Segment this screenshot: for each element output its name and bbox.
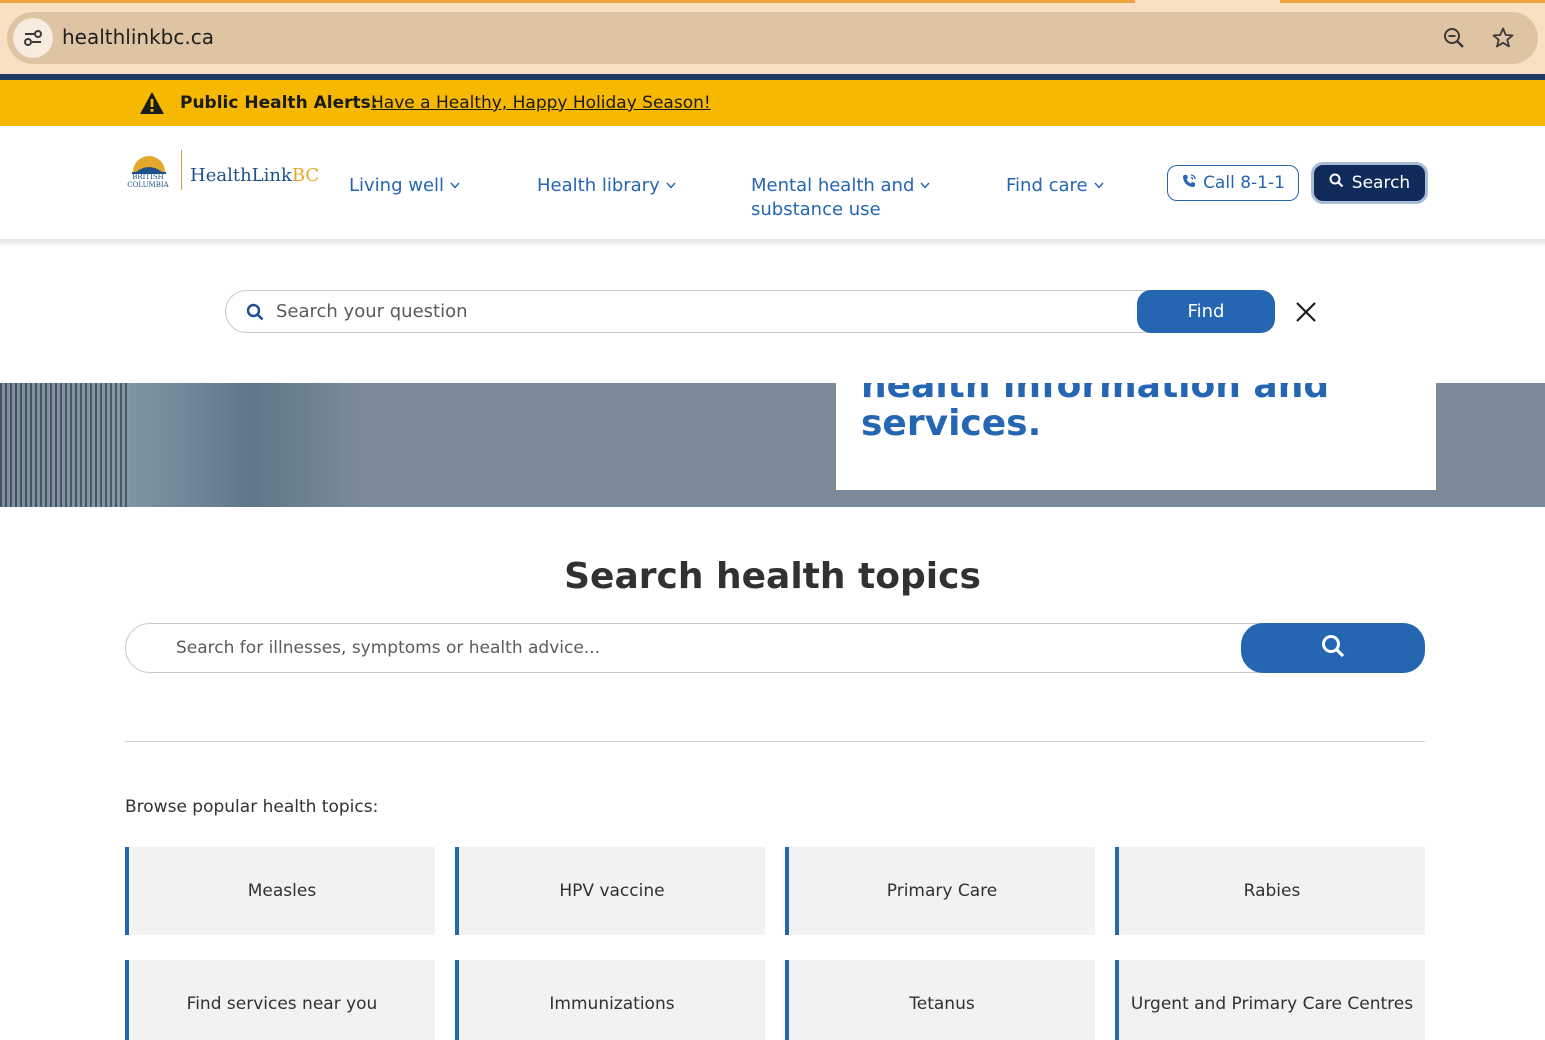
find-button-label: Find (1187, 301, 1225, 322)
alert-link[interactable]: Have a Healthy, Happy Holiday Season! (371, 93, 711, 113)
header-search-button[interactable]: Search (1311, 162, 1428, 204)
alert-label: Public Health Alerts: (180, 93, 378, 113)
search-icon (1320, 633, 1346, 663)
hero-card: health information and services. (836, 383, 1436, 490)
logo-wordmark: HealthLinkBC (190, 165, 319, 186)
topic-tile-label: Measles (247, 881, 317, 901)
hero-banner: health information and services. (0, 383, 1545, 507)
chevron-down-icon (666, 172, 676, 196)
browse-topics-label: Browse popular health topics: (125, 797, 379, 817)
overlay-search-input[interactable]: Search your question (225, 290, 1275, 333)
nav-mental-health-label: Mental health and (751, 175, 915, 196)
nav-health-library[interactable]: Health library (537, 172, 676, 198)
overlay-search-placeholder: Search your question (276, 301, 468, 322)
nav-find-care-label: Find care (1006, 175, 1088, 196)
topic-tile-label: HPV vaccine (559, 881, 665, 901)
topic-tile[interactable]: Measles (125, 847, 435, 935)
hero-photo-person (0, 383, 130, 507)
divider (125, 741, 1425, 742)
healthlinkbc-logo[interactable]: BRITISH COLUMBIA HealthLinkBC (124, 146, 319, 194)
zoom-icon[interactable] (1440, 24, 1468, 52)
hero-photo (0, 383, 360, 507)
topic-tile-label: Immunizations (549, 994, 675, 1014)
gov-wordmark: BRITISH COLUMBIA (124, 173, 172, 189)
call-811-label: Call 8-1-1 (1203, 173, 1285, 193)
hero-heading: services. (861, 403, 1042, 444)
header-shadow (0, 239, 1545, 247)
gov-wordmark-line2: COLUMBIA (127, 181, 169, 189)
topic-tile[interactable]: Find services near you (125, 960, 435, 1040)
call-811-button[interactable]: Call 8-1-1 (1167, 165, 1299, 201)
url-text[interactable]: healthlinkbc.ca (62, 25, 214, 49)
phone-icon (1181, 173, 1197, 194)
topic-tile[interactable]: Rabies (1115, 847, 1425, 935)
topic-tile-label: Primary Care (886, 881, 998, 901)
topic-tile[interactable]: Urgent and Primary Care Centres (1115, 960, 1425, 1040)
topics-search-button[interactable] (1241, 623, 1425, 673)
warning-icon (139, 91, 165, 119)
site-header: BRITISH COLUMBIA HealthLinkBC Living wel… (0, 126, 1545, 242)
bookmark-star-icon[interactable] (1489, 24, 1517, 52)
search-overlay-panel: Search your question Find (0, 247, 1545, 383)
chevron-down-icon (1094, 172, 1104, 196)
header-search-label: Search (1351, 173, 1411, 193)
nav-living-well[interactable]: Living well (349, 172, 460, 198)
topic-tile-label: Find services near you (186, 994, 378, 1014)
tab-strip-edge (0, 0, 1135, 3)
topics-search-input[interactable]: Search for illnesses, symptoms or health… (125, 623, 1425, 673)
topic-tile[interactable]: HPV vaccine (455, 847, 765, 935)
topic-tile[interactable]: Immunizations (455, 960, 765, 1040)
search-topics-title: Search health topics (564, 556, 981, 597)
nav-health-library-label: Health library (537, 175, 660, 196)
search-icon (246, 303, 264, 325)
gov-wordmark-line1: BRITISH (132, 173, 164, 181)
public-health-alert-bar: Public Health Alerts: Have a Healthy, Ha… (0, 80, 1545, 126)
topic-tile-label: Tetanus (909, 994, 975, 1014)
nav-mental-health-label-line2: substance use (751, 199, 881, 220)
find-button[interactable]: Find (1137, 290, 1275, 333)
topic-tile-label: Rabies (1243, 881, 1301, 901)
bc-sun-icon (132, 156, 166, 174)
logo-name-suffix: BC (291, 165, 320, 186)
chevron-down-icon (450, 172, 460, 196)
topic-tile[interactable]: Primary Care (785, 847, 1095, 935)
browser-toolbar: healthlinkbc.ca (0, 0, 1545, 74)
nav-mental-health[interactable]: Mental health and substance use (751, 172, 930, 222)
logo-divider (181, 150, 182, 190)
topic-tile-label: Urgent and Primary Care Centres (1130, 994, 1414, 1014)
nav-find-care[interactable]: Find care (1006, 172, 1104, 198)
search-icon (1329, 173, 1344, 193)
topics-search-placeholder: Search for illnesses, symptoms or health… (176, 638, 601, 658)
site-info-icon[interactable] (13, 18, 53, 58)
address-bar[interactable]: healthlinkbc.ca (7, 12, 1538, 64)
topic-tile[interactable]: Tetanus (785, 960, 1095, 1040)
chevron-down-icon (920, 172, 930, 196)
tab-strip-edge (1280, 0, 1545, 3)
logo-name: HealthLink (190, 165, 292, 186)
close-icon[interactable] (1293, 299, 1319, 325)
nav-living-well-label: Living well (349, 175, 445, 196)
